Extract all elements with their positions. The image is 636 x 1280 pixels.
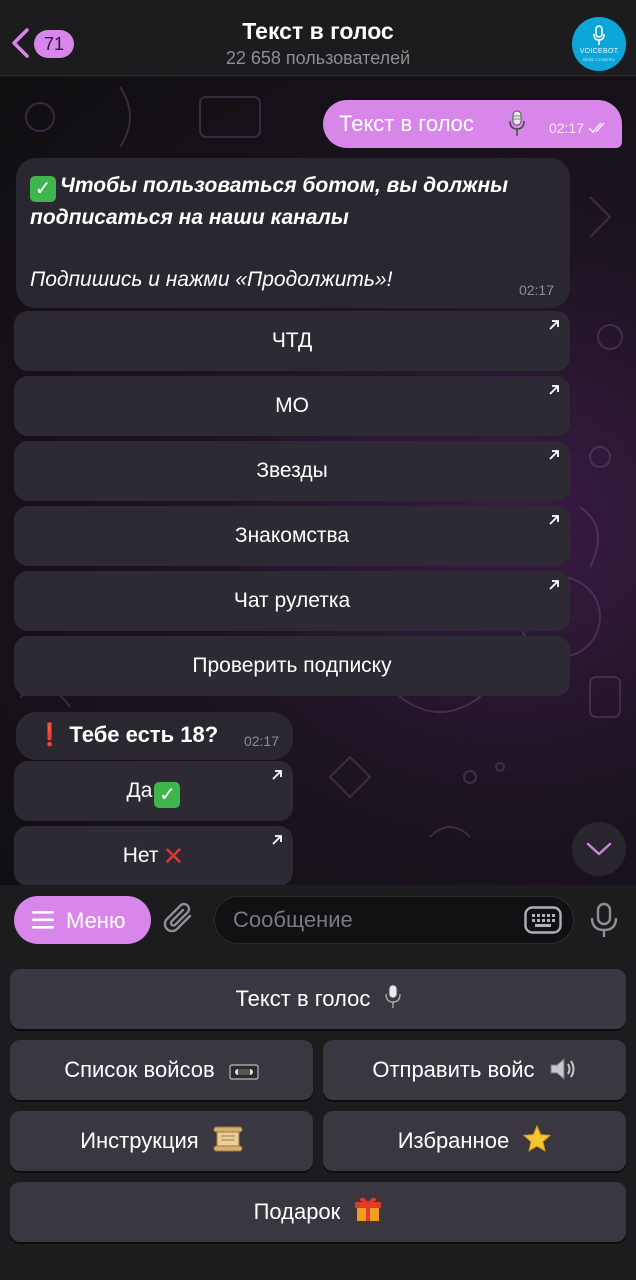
exclamation-icon: ❗ xyxy=(36,722,64,747)
text-to-voice-button[interactable]: Текст в голос xyxy=(10,969,626,1029)
button-label: Избранное xyxy=(397,1128,510,1153)
message-text: Текст в голос xyxy=(339,111,474,136)
gift-button[interactable]: Подарок xyxy=(10,1182,626,1242)
button-label: Звезды xyxy=(256,459,328,482)
microphone-icon xyxy=(509,110,525,136)
chat-subtitle: 22 658 пользователей xyxy=(225,48,411,68)
check-subscription-button[interactable]: Проверить подписку xyxy=(14,636,570,696)
keyboard-icon[interactable] xyxy=(524,906,562,934)
favorites-button[interactable]: Избранное xyxy=(323,1111,626,1171)
button-label: Инструкция xyxy=(80,1128,199,1153)
button-label: Отправить войс xyxy=(372,1057,535,1082)
age-no-button[interactable]: Нет ✕ xyxy=(14,826,293,885)
scroll-icon xyxy=(213,1126,243,1152)
cassette-icon xyxy=(229,1064,259,1080)
menu-label: Меню xyxy=(66,908,126,933)
channel-button-stars[interactable]: Звезды xyxy=(14,441,570,501)
button-label: Нет xyxy=(122,844,159,867)
scroll-to-bottom-button[interactable] xyxy=(572,822,626,876)
check-mark-icon: ✓ xyxy=(30,176,56,202)
message-time: 02:17 xyxy=(518,282,554,298)
check-mark-icon: ✓ xyxy=(154,782,181,808)
channel-button-mo[interactable]: МО xyxy=(14,376,570,436)
hamburger-menu-icon xyxy=(32,911,54,929)
incoming-message[interactable]: ❗ Тебе есть 18? 02:17 xyxy=(16,712,293,760)
voice-record-icon[interactable] xyxy=(589,902,619,940)
external-link-arrow-icon xyxy=(549,450,559,460)
gift-icon xyxy=(355,1197,382,1221)
button-label: Да xyxy=(126,779,153,802)
microphone-icon xyxy=(593,25,605,45)
channel-button-chtd[interactable]: ЧТД xyxy=(14,311,570,371)
chat-title[interactable]: Текст в голос xyxy=(0,18,636,45)
button-label: Чат рулетка xyxy=(233,589,351,612)
voice-list-button[interactable]: Список войсов xyxy=(10,1040,313,1100)
speaker-icon xyxy=(550,1057,575,1081)
send-voice-button[interactable]: Отправить войс xyxy=(323,1040,626,1100)
external-link-arrow-icon xyxy=(549,320,559,330)
button-label: ЧТД xyxy=(271,329,313,352)
microphone-icon xyxy=(384,984,401,1008)
message-input-bar: Меню xyxy=(0,885,636,953)
button-label: Подарок xyxy=(253,1199,341,1224)
message-input[interactable] xyxy=(214,896,574,944)
instruction-button[interactable]: Инструкция xyxy=(10,1111,313,1171)
button-label: Список войсов xyxy=(64,1057,215,1082)
channel-button-chat-roulette[interactable]: Чат рулетка xyxy=(14,571,570,631)
button-label: МО xyxy=(275,394,309,417)
cross-mark-icon: ✕ xyxy=(162,841,185,871)
button-label: Проверить подписку xyxy=(192,654,392,677)
chat-header: 71 Текст в голос 22 658 пользователей VO… xyxy=(0,0,636,76)
double-check-icon xyxy=(588,122,605,134)
paperclip-icon[interactable] xyxy=(162,900,198,938)
message-text: ❗ Тебе есть 18? xyxy=(36,722,219,747)
avatar-brand-text: VOICEBOT xyxy=(579,48,619,55)
chat-area[interactable]: Текст в голос 02:17 ✓ Чтобы пользоваться … xyxy=(0,77,636,885)
external-link-arrow-icon xyxy=(549,580,559,590)
outgoing-message[interactable]: Текст в голос 02:17 xyxy=(323,100,622,148)
incoming-message[interactable]: ✓ Чтобы пользоваться ботом, вы должны под… xyxy=(16,158,570,308)
avatar-tagline: ВОЙС СТИКЕРЫ xyxy=(583,57,615,62)
star-icon xyxy=(523,1125,552,1152)
bot-avatar[interactable]: VOICEBOT ВОЙС СТИКЕРЫ xyxy=(572,17,626,71)
message-time: 02:17 xyxy=(548,120,584,136)
age-yes-button[interactable]: Да ✓ xyxy=(14,761,293,821)
external-link-arrow-icon xyxy=(549,385,559,395)
external-link-arrow-icon xyxy=(272,770,282,780)
message-subtext: Подпишись и нажми «Продолжить»! xyxy=(30,268,393,291)
channel-button-dating[interactable]: Знакомства xyxy=(14,506,570,566)
message-time: 02:17 xyxy=(243,733,279,749)
button-label: Текст в голос xyxy=(235,986,371,1011)
chevron-down-icon xyxy=(586,842,612,856)
external-link-arrow-icon xyxy=(272,835,282,845)
external-link-arrow-icon xyxy=(549,515,559,525)
button-label: Знакомства xyxy=(234,524,350,547)
message-heading: ✓ Чтобы пользоваться ботом, вы должны под… xyxy=(30,174,509,229)
bot-reply-keyboard: Текст в голос Список войсов Отправить во… xyxy=(0,953,636,1280)
menu-button[interactable]: Меню xyxy=(14,896,151,944)
